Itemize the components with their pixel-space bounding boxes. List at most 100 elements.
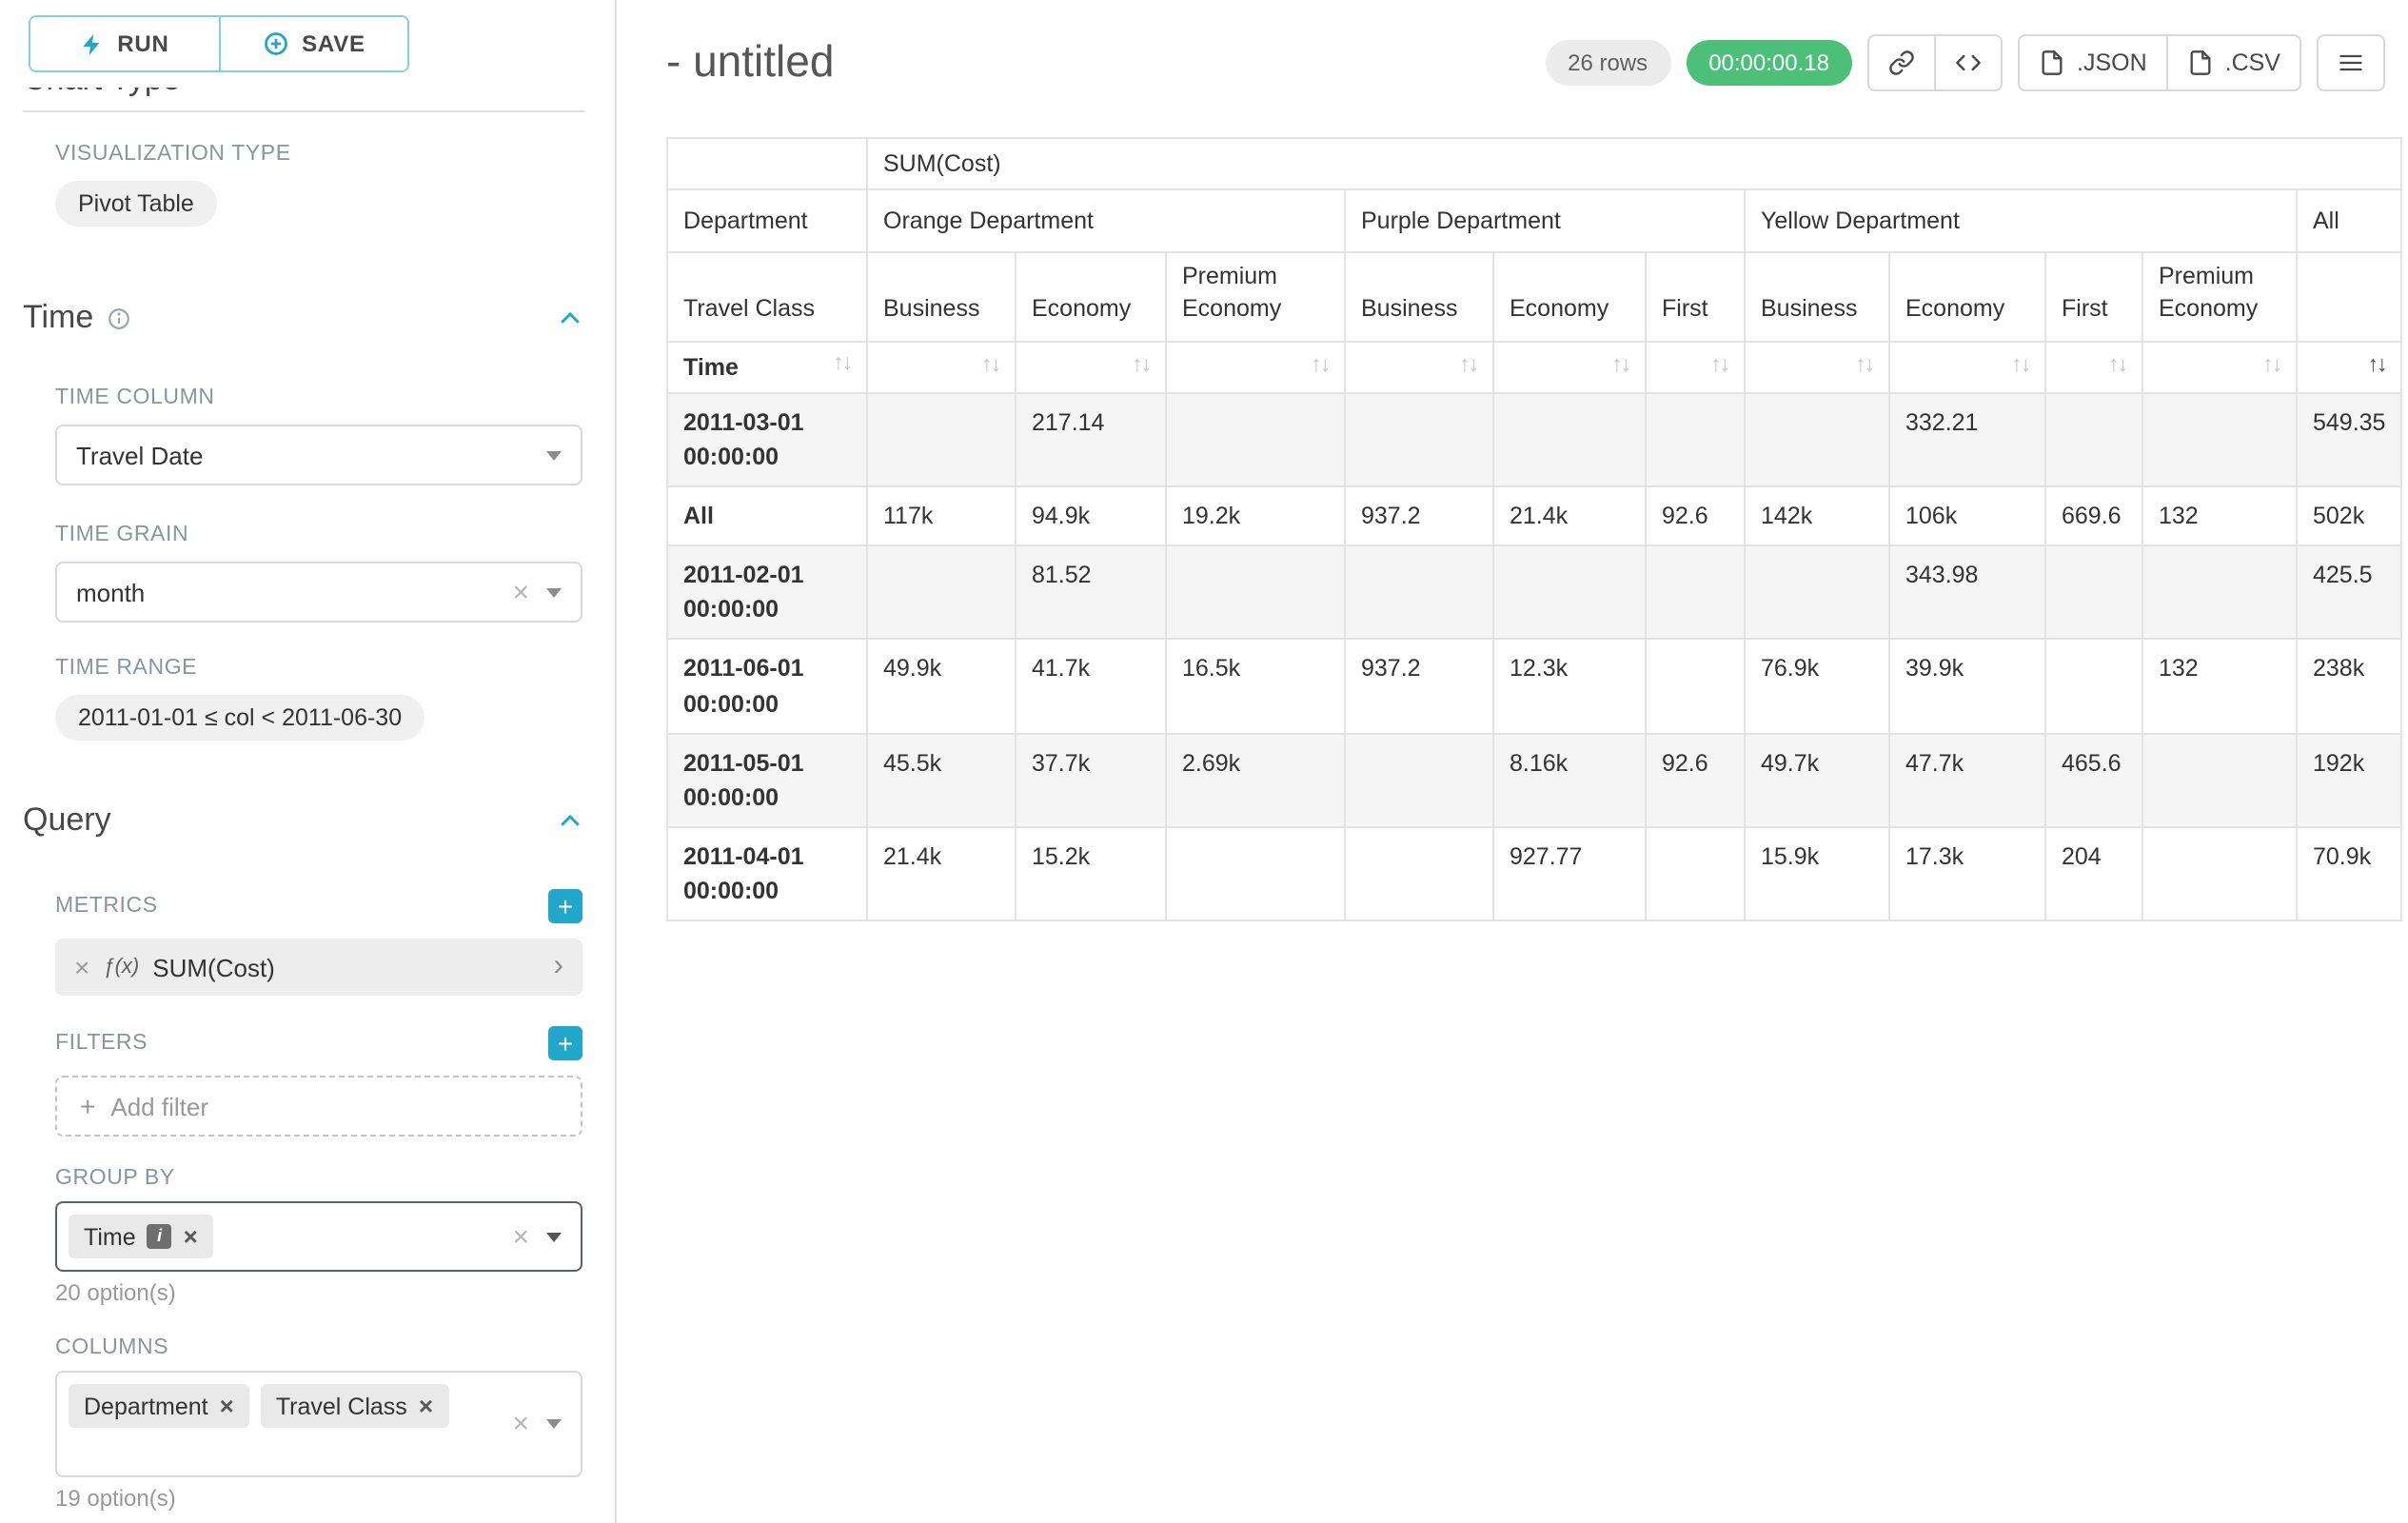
columns-select[interactable]: Department × Travel Class × × [55, 1371, 582, 1477]
pivot-cell: 21.4k [1493, 486, 1646, 545]
pivot-cell: 927.77 [1493, 827, 1646, 921]
pivot-cell: 142k [1745, 486, 1889, 545]
time-range-label: TIME RANGE [55, 657, 582, 680]
time-grain-control: TIME GRAIN month × [55, 524, 582, 623]
group-by-select[interactable]: Time i × × [55, 1201, 582, 1272]
sort-cell[interactable]: ↑↓ [1166, 342, 1345, 393]
add-filter-plus-button[interactable]: + [548, 1026, 582, 1060]
info-icon[interactable] [107, 306, 131, 330]
save-button[interactable]: SAVE [218, 17, 407, 70]
function-icon: ƒ(x) [103, 956, 139, 979]
group-by-tag[interactable]: Time i × [69, 1215, 213, 1258]
add-filter-button[interactable]: + Add filter [55, 1076, 582, 1137]
chevron-up-icon[interactable] [556, 806, 584, 835]
chevron-up-icon[interactable] [556, 304, 584, 332]
metric-header: SUM(Cost) [867, 138, 2401, 189]
sort-toggle-icon[interactable]: ↑↓ [2108, 356, 2126, 378]
remove-tag-icon[interactable]: × [419, 1394, 433, 1418]
run-button[interactable]: RUN [30, 17, 218, 70]
run-button-label: RUN [117, 30, 168, 57]
sort-descending-icon[interactable]: ↑↓ [2367, 356, 2385, 378]
time-range-pill[interactable]: 2011-01-01 ≤ col < 2011-06-30 [55, 695, 424, 741]
filters-label: FILTERS [55, 1032, 148, 1055]
visualization-type-pill[interactable]: Pivot Table [55, 181, 217, 227]
column-header: Business [1345, 252, 1493, 342]
clear-icon[interactable]: × [512, 1410, 529, 1438]
sort-cell[interactable]: ↑↓ [1345, 342, 1493, 393]
pivot-cell: 15.9k [1745, 827, 1889, 921]
column-header: First [2045, 252, 2142, 342]
chevron-down-icon[interactable] [546, 1419, 562, 1429]
sort-cell[interactable]: ↑↓ [1745, 342, 1889, 393]
chevron-down-icon[interactable] [546, 1232, 562, 1241]
pivot-cell: 132 [2142, 486, 2297, 545]
remove-tag-icon[interactable]: × [184, 1224, 198, 1249]
group-by-options-hint: 20 option(s) [55, 1279, 582, 1306]
time-section-header[interactable]: Time [0, 299, 615, 337]
sort-toggle-icon[interactable]: ↑↓ [2262, 356, 2280, 378]
sort-toggle-icon[interactable]: ↑↓ [1132, 356, 1150, 378]
sort-toggle-icon[interactable]: ↑↓ [1459, 356, 1477, 378]
add-metric-button[interactable]: + [548, 889, 582, 923]
pivot-cell [1646, 640, 1745, 734]
pivot-cell [1345, 393, 1493, 487]
columns-tag[interactable]: Department × [69, 1384, 249, 1428]
sort-cell[interactable]: ↑↓ [1493, 342, 1646, 393]
sort-cell[interactable]: ↑↓ [2142, 342, 2297, 393]
time-grain-select[interactable]: month × [55, 562, 582, 623]
sort-cell[interactable]: ↑↓ [2297, 342, 2401, 393]
pivot-cell: 549.35 [2297, 393, 2401, 487]
sort-toggle-icon[interactable]: ↑↓ [1611, 356, 1629, 378]
pivot-cell: 937.2 [1345, 640, 1493, 734]
pivot-cell: 15.2k [1016, 827, 1166, 921]
chart-title[interactable]: - untitled [666, 30, 834, 91]
download-csv-button[interactable]: .CSV [2168, 34, 2301, 91]
sort-toggle-icon[interactable]: ↑↓ [1311, 356, 1329, 378]
pivot-cell [1166, 545, 1345, 640]
caret-right-icon[interactable]: › [553, 952, 563, 982]
chevron-down-icon[interactable] [546, 587, 562, 597]
view-query-button[interactable] [1936, 34, 2003, 91]
copy-link-button[interactable] [1867, 34, 1936, 91]
sort-cell[interactable]: ↑↓ [1889, 342, 2045, 393]
group-by-label: GROUP BY [55, 1167, 582, 1190]
info-icon[interactable]: i [148, 1224, 172, 1249]
sort-toggle-icon[interactable]: ↑↓ [833, 354, 851, 376]
sort-cell[interactable]: ↑↓ [2045, 342, 2142, 393]
hamburger-menu-icon [2338, 49, 2364, 76]
download-json-button[interactable]: .JSON [2018, 34, 2168, 91]
row-header: 2011-05-01 00:00:00 [667, 733, 867, 827]
sort-toggle-icon[interactable]: ↑↓ [1710, 356, 1728, 378]
sort-toggle-icon[interactable]: ↑↓ [1855, 356, 1873, 378]
sort-toggle-icon[interactable]: ↑↓ [981, 356, 999, 378]
sort-toggle-icon[interactable]: ↑↓ [2011, 356, 2029, 378]
time-column-value: Travel Date [76, 441, 203, 469]
rows-dimension-cell[interactable]: Time↑↓ [667, 342, 867, 393]
columns-tag[interactable]: Travel Class × [261, 1384, 448, 1428]
time-grain-label: TIME GRAIN [55, 524, 582, 546]
csv-button-label: .CSV [2225, 49, 2280, 76]
query-section-header[interactable]: Query [0, 801, 615, 840]
chevron-down-icon[interactable] [546, 450, 562, 460]
metric-option[interactable]: × ƒ(x) SUM(Cost) › [55, 939, 582, 996]
sort-cell[interactable]: ↑↓ [1646, 342, 1745, 393]
column-header: First [1646, 252, 1745, 342]
column-header: Economy [1493, 252, 1646, 342]
pivot-cell: 19.2k [1166, 486, 1345, 545]
clear-icon[interactable]: × [512, 1222, 529, 1251]
pivot-cell [1745, 393, 1889, 487]
column-header: Business [867, 252, 1016, 342]
file-icon [2039, 49, 2065, 76]
sort-cell[interactable]: ↑↓ [1016, 342, 1166, 393]
sidebar-scroll-area[interactable]: Chart Type VISUALIZATION TYPE Pivot Tabl… [0, 0, 615, 1523]
row-header: 2011-06-01 00:00:00 [667, 640, 867, 734]
pivot-cell [2142, 393, 2297, 487]
menu-button[interactable] [2317, 34, 2385, 91]
remove-tag-icon[interactable]: × [220, 1394, 234, 1418]
sort-cell[interactable]: ↑↓ [867, 342, 1016, 393]
time-column-select[interactable]: Travel Date [55, 425, 582, 485]
remove-metric-icon[interactable]: × [74, 954, 89, 980]
metrics-label: METRICS [55, 895, 158, 918]
clear-icon[interactable]: × [512, 578, 529, 606]
secondary-dimension-label: Travel Class [667, 252, 867, 342]
